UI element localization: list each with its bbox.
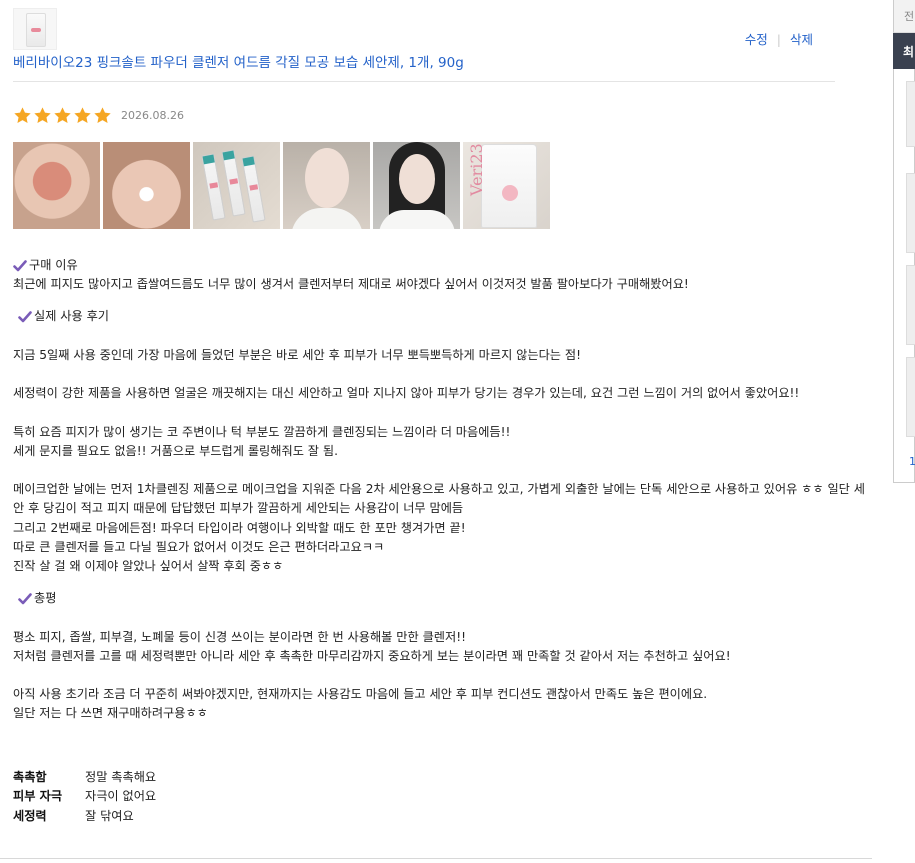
review-paragraph: 그리고 2번째로 마음에든점! 파우더 타입이라 여행이나 외박할 때도 한 포… (13, 520, 466, 535)
survey-row: 피부 자극 자극이 없어요 (13, 787, 156, 806)
pouch-brand-logo: Veri23 (467, 143, 486, 196)
side-panel-header: 최 (893, 33, 915, 69)
side-product-thumb[interactable] (906, 81, 915, 147)
product-title-link[interactable]: 베리바이오23 핑크솔트 파우더 클렌저 여드름 각질 모공 보습 세안제, 1… (13, 51, 464, 71)
star-icon (53, 106, 72, 125)
review-photos: Veri23 (13, 142, 553, 229)
rating-row: 2026.08.26 (13, 104, 184, 126)
section-title: 구매 이유 (29, 258, 78, 272)
review-photo-6[interactable]: Veri23 (463, 142, 550, 229)
face-shape (399, 154, 435, 204)
star-icon (33, 106, 52, 125)
shirt-shape (291, 208, 363, 229)
review-date: 2026.08.26 (121, 108, 184, 122)
stick-pack-icon (201, 153, 226, 221)
side-tab[interactable]: 전 (893, 0, 915, 33)
review-body: 구매 이유 최근에 피지도 많아지고 좁쌀여드름도 너무 많이 생겨서 클렌저부… (13, 256, 865, 724)
review-card: 베리바이오23 핑크솔트 파우더 클렌저 여드름 각질 모공 보습 세안제, 1… (0, 0, 872, 863)
survey-row: 세정력 잘 닦여요 (13, 807, 156, 826)
face-shape (305, 148, 349, 208)
survey-row: 촉촉함 정말 촉촉해요 (13, 768, 156, 787)
review-paragraph: 저처럼 클렌저를 고를 때 세정력뿐만 아니라 세안 후 촉촉한 마무리감까지 … (13, 648, 731, 663)
side-page-number[interactable]: 1 (909, 455, 915, 468)
check-icon (13, 259, 27, 273)
action-divider: | (776, 32, 781, 47)
review-paragraph: 일단 저는 다 쓰면 재구매하려구용ㅎㅎ (13, 706, 208, 721)
side-panel-list (893, 69, 915, 483)
review-photo-3[interactable] (193, 142, 280, 229)
review-paragraph: 세게 문지를 필요도 없음!! 거품으로 부드럽게 롤링해줘도 잘 됨. (13, 443, 338, 458)
delete-button[interactable]: 삭제 (790, 32, 813, 47)
survey-label: 촉촉함 (13, 770, 47, 784)
side-product-thumb[interactable] (906, 265, 915, 345)
review-photo-1[interactable] (13, 142, 100, 229)
side-product-thumb[interactable] (906, 173, 915, 253)
review-paragraph: 아직 사용 초기라 조금 더 꾸준히 써봐야겠지만, 현재까지는 사용감도 마음… (13, 687, 708, 702)
star-icon (93, 106, 112, 125)
section-usage-review: 실제 사용 후기 (13, 307, 865, 326)
review-survey: 촉촉함 정말 촉촉해요 피부 자극 자극이 없어요 세정력 잘 닦여요 (13, 768, 156, 826)
divider (0, 858, 872, 859)
survey-value: 정말 촉촉해요 (85, 770, 157, 784)
star-icon (13, 106, 32, 125)
review-paragraph: 진작 살 걸 왜 이제야 알았나 싶어서 살짝 후회 중ㅎㅎ (13, 558, 284, 573)
star-icon (73, 106, 92, 125)
product-thumbnail[interactable] (13, 8, 57, 50)
survey-value: 잘 닦여요 (85, 808, 134, 823)
review-paragraph: 세정력이 강한 제품을 사용하면 얼굴은 깨끗해지는 대신 세안하고 얼마 지나… (13, 386, 800, 401)
section-summary: 총평 (13, 589, 865, 608)
section-purchase-reason: 구매 이유 (13, 256, 865, 275)
survey-label: 피부 자극 (13, 789, 63, 804)
review-paragraph: 최근에 피지도 많아지고 좁쌀여드름도 너무 많이 생겨서 클렌저부터 제대로 … (13, 277, 689, 292)
survey-value: 자극이 없어요 (85, 789, 157, 804)
review-paragraph: 특히 요즘 피지가 많이 생기는 코 주변이나 턱 부분도 깔끔하게 클렌징되는… (13, 424, 511, 439)
product-pouch-icon (26, 13, 46, 47)
review-paragraph: 평소 피지, 좁쌀, 피부결, 노폐물 등이 신경 쓰이는 분이라면 한 번 사… (13, 629, 466, 644)
side-product-thumb[interactable] (906, 357, 915, 437)
review-paragraph: 지금 5일째 사용 중인데 가장 마음에 들었던 부분은 바로 세안 후 피부가… (13, 347, 581, 362)
side-panel: 전 최 1 (893, 0, 915, 863)
review-paragraph: 메이크업한 날에는 먼저 1차클렌징 제품으로 메이크업을 지워준 다음 2차 … (13, 482, 865, 516)
product-pouch-icon (481, 144, 537, 228)
edit-button[interactable]: 수정 (745, 32, 768, 47)
review-photo-4[interactable] (283, 142, 370, 229)
review-paragraph: 따로 큰 클렌저를 들고 다닐 필요가 없어서 이것도 은근 편하더라고요ㅋㅋ (13, 539, 385, 554)
check-icon (18, 592, 32, 606)
review-photo-5[interactable] (373, 142, 460, 229)
review-actions: 수정 | 삭제 (745, 29, 813, 48)
star-rating (13, 106, 113, 125)
review-photo-2[interactable] (103, 142, 190, 229)
check-icon (18, 310, 32, 324)
section-title: 실제 사용 후기 (34, 309, 110, 324)
product-header: 베리바이오23 핑크솔트 파우더 클렌저 여드름 각질 모공 보습 세안제, 1… (13, 8, 835, 82)
survey-label: 세정력 (13, 808, 47, 823)
section-title: 총평 (34, 591, 57, 606)
